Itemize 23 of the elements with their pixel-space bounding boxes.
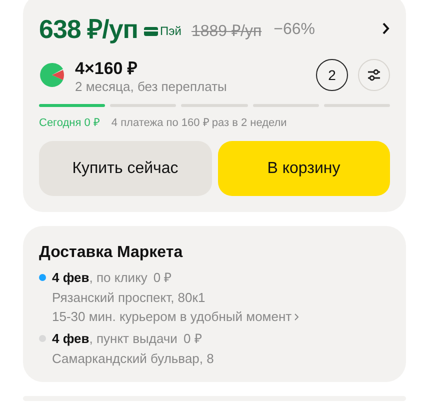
buy-now-button[interactable]: Купить сейчас — [39, 141, 212, 196]
delivery-price: 0 ₽ — [183, 330, 202, 347]
delivery-address: Рязанский проспект, 80к1 — [52, 290, 206, 305]
delivery-title: Доставка Маркета — [39, 244, 184, 262]
old-price: 1889 ₽/уп — [191, 22, 262, 41]
discount: −66% — [274, 21, 315, 39]
price: 638 ₽/уп — [39, 13, 138, 46]
delivery-date: 4 фев, по клику — [52, 270, 148, 284]
settings-button[interactable] — [358, 59, 390, 91]
chevron-right-icon[interactable] — [382, 22, 390, 34]
chevron-right-icon — [294, 312, 299, 320]
today-amount: Сегодня 0 ₽ — [39, 116, 100, 129]
delivery-address: Самаркандский бульвар, 8 — [52, 351, 214, 366]
pay-label: Пэй — [160, 24, 182, 38]
sliders-icon — [367, 69, 381, 81]
payment-count-button[interactable]: 2 — [316, 59, 348, 91]
add-to-cart-button[interactable]: В корзину — [218, 141, 390, 196]
payment-schedule: 4 платежа по 160 ₽ раз в 2 недели — [111, 116, 287, 129]
installment-amount: 4×160 ₽ — [75, 58, 138, 79]
installment-terms: 2 месяца, без переплаты — [75, 79, 228, 94]
delivery-price: 0 ₽ — [153, 269, 172, 286]
card-icon — [144, 26, 158, 36]
delivery-date: 4 фев, пункт выдачи — [52, 330, 178, 346]
